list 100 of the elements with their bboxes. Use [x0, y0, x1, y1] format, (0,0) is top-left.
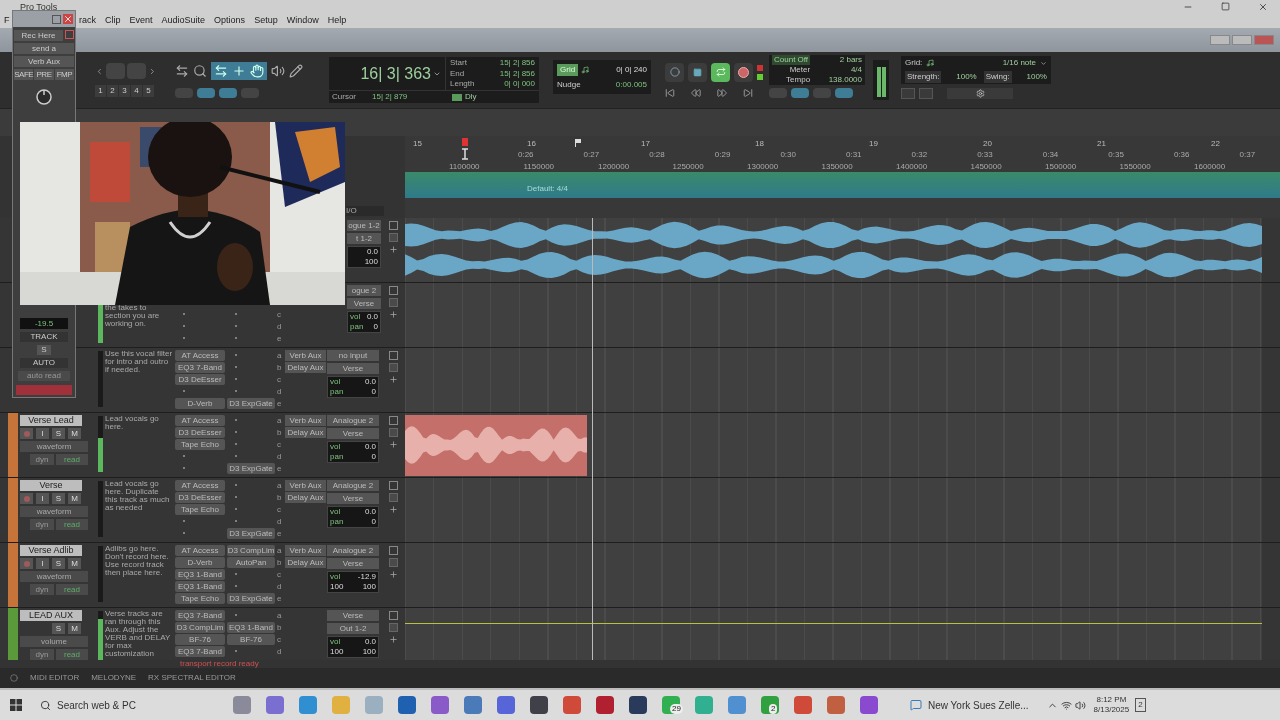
- pan-value[interactable]: 0: [371, 387, 376, 397]
- dyn-button[interactable]: dyn: [30, 519, 54, 530]
- automation-mode-dropdown[interactable]: auto read: [18, 371, 70, 381]
- automation-dropdown[interactable]: read: [56, 649, 88, 660]
- insert-slot[interactable]: Tape Echo: [175, 438, 225, 450]
- menu-item[interactable]: Options: [214, 14, 246, 28]
- input-selector[interactable]: Analogue 2: [327, 545, 379, 556]
- grid-value[interactable]: 0| 0| 240: [616, 63, 647, 76]
- insert-slot[interactable]: D3 ExpGate: [227, 462, 275, 474]
- track-toggle-button[interactable]: M: [68, 428, 81, 439]
- pan-value[interactable]: 0: [371, 517, 376, 527]
- strength-value[interactable]: 100%: [956, 71, 977, 83]
- hand-tool-icon[interactable]: [250, 64, 264, 78]
- app-icon[interactable]: [464, 696, 482, 714]
- return-to-zero-icon[interactable]: [665, 87, 675, 98]
- volume-value[interactable]: 0.0: [364, 442, 376, 452]
- restore-icon[interactable]: [52, 14, 61, 24]
- main-counter[interactable]: 16| 3| 363: [360, 61, 431, 86]
- send-slot[interactable]: Delay Aux: [285, 556, 326, 568]
- insert-slot[interactable]: EQ3 7-Band: [175, 645, 225, 657]
- editor-tab[interactable]: MELODYNE: [91, 672, 137, 684]
- insert-slot[interactable]: D-Verb: [175, 397, 225, 409]
- track-name[interactable]: Verse Lead: [20, 415, 82, 426]
- zoom-preset[interactable]: 5: [143, 85, 154, 97]
- app-icon[interactable]: [398, 696, 416, 714]
- speaker-icon[interactable]: [271, 64, 285, 78]
- close-icon[interactable]: [63, 14, 73, 24]
- dyn-button[interactable]: dyn: [30, 454, 54, 465]
- pan-value[interactable]: 100: [330, 582, 344, 592]
- pan-value[interactable]: 100: [330, 647, 344, 657]
- insert-slot[interactable]: EQ3 7-Band: [175, 361, 225, 373]
- app-icon[interactable]: [761, 696, 779, 714]
- app-icon[interactable]: [827, 696, 845, 714]
- editor-tab[interactable]: RX SPECTRAL EDITOR: [148, 672, 236, 684]
- output-selector[interactable]: Verse: [327, 363, 379, 374]
- send-slot[interactable]: Verb Aux: [285, 349, 326, 361]
- app-icon[interactable]: [662, 696, 680, 714]
- track-toggle-button[interactable]: I: [36, 493, 49, 504]
- zoom-preset[interactable]: 4: [131, 85, 142, 97]
- output-selector[interactable]: Verse: [327, 558, 379, 569]
- caret-icon[interactable]: [1040, 59, 1047, 67]
- menu-item[interactable]: AudioSuite: [161, 14, 206, 28]
- send-slot[interactable]: Verb Aux: [285, 544, 326, 556]
- fast-forward-icon[interactable]: [717, 87, 727, 98]
- send-slot[interactable]: Delay Aux: [285, 361, 326, 373]
- news-headline[interactable]: New York Sues Zelle...: [928, 697, 1029, 713]
- app-icon[interactable]: [629, 696, 647, 714]
- track-output-icon[interactable]: [388, 546, 398, 555]
- insert-slot[interactable]: D3 CompLim: [175, 621, 225, 633]
- insert-slot[interactable]: EQ3 1-Band: [227, 621, 275, 633]
- delay-label[interactable]: Dly: [465, 91, 477, 103]
- send-slot[interactable]: Delay Aux: [285, 426, 326, 438]
- send-option-button[interactable]: FMP: [54, 69, 74, 80]
- pencil-icon[interactable]: [289, 64, 303, 78]
- pan-value[interactable]: 100: [364, 257, 378, 267]
- taskbar-date[interactable]: 8/13/2025: [1093, 705, 1130, 715]
- record-button[interactable]: [734, 62, 753, 82]
- menu-item[interactable]: Setup: [254, 14, 278, 28]
- start-value[interactable]: 15| 2| 856: [478, 58, 535, 69]
- zoom-preset[interactable]: 2: [107, 85, 118, 97]
- insert-slot[interactable]: AT Access: [175, 349, 225, 361]
- rewind-icon[interactable]: [691, 87, 701, 98]
- view-dropdown[interactable]: waveform: [20, 506, 88, 517]
- add-icon[interactable]: [388, 245, 398, 254]
- track-name[interactable]: Verse: [20, 480, 82, 491]
- input-selector[interactable]: Verse: [327, 610, 379, 621]
- dyn-button[interactable]: dyn: [30, 584, 54, 595]
- insert-slot[interactable]: D3 ExpGate: [227, 397, 275, 409]
- menu-item[interactable]: Window: [286, 14, 319, 28]
- insert-slot[interactable]: AT Access: [175, 544, 225, 556]
- menu-item[interactable]: Event: [129, 14, 153, 28]
- insert-slot[interactable]: EQ3 1-Band: [175, 580, 225, 592]
- app-icon[interactable]: [266, 696, 284, 714]
- track-toggle-button[interactable]: S: [52, 623, 65, 634]
- tempo-value[interactable]: 138.0000: [810, 75, 862, 85]
- knob-icon[interactable]: [35, 88, 53, 106]
- send-option-button[interactable]: SAFE: [14, 69, 34, 80]
- insert-slot[interactable]: D3 ExpGate: [227, 592, 275, 604]
- app-icon[interactable]: [497, 696, 515, 714]
- count-off-value[interactable]: 2 bars: [810, 55, 862, 65]
- send-slot[interactable]: Verb Aux: [285, 479, 326, 491]
- automation-dropdown[interactable]: read: [56, 584, 88, 595]
- output-selector[interactable]: Verse: [347, 298, 381, 309]
- solo-button[interactable]: S: [37, 345, 51, 355]
- add-icon[interactable]: [388, 570, 398, 579]
- track-toggle-button[interactable]: M: [68, 493, 81, 504]
- dyn-button[interactable]: dyn: [30, 649, 54, 660]
- restore-button[interactable]: [1232, 35, 1252, 45]
- view-dropdown[interactable]: waveform: [20, 441, 88, 452]
- track-window-icon[interactable]: [388, 428, 398, 437]
- track-output-icon[interactable]: [388, 481, 398, 490]
- menu-item[interactable]: F: [4, 14, 11, 28]
- send-slot[interactable]: Verb Aux: [285, 414, 326, 426]
- notification-count[interactable]: 2: [1135, 698, 1146, 712]
- automation-dropdown[interactable]: read: [56, 454, 88, 465]
- playhead-marker-icon[interactable]: [460, 138, 470, 160]
- output-selector[interactable]: t 1-2: [347, 233, 381, 244]
- track-toggle-button[interactable]: M: [68, 558, 81, 569]
- record-icon[interactable]: [65, 30, 74, 39]
- count-off-button[interactable]: Count Off: [772, 55, 811, 65]
